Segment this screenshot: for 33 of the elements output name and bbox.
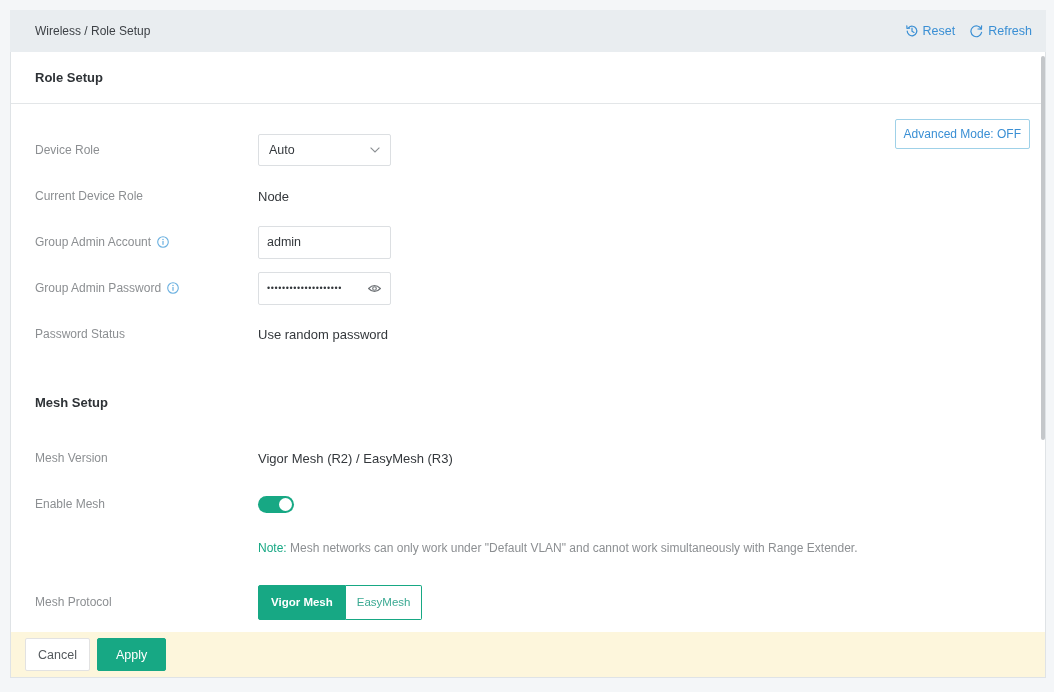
field-label: Mesh Version [35,451,108,465]
section-title: Mesh Setup [35,394,108,412]
protocol-option[interactable]: EasyMesh [345,584,423,620]
field-value: Node [258,188,290,204]
field-label: Password Status [35,327,126,341]
panel-title: Role Setup [35,70,103,85]
field-value: Use random password [258,326,389,342]
field-label: Device Role [35,143,100,157]
advanced-mode-button[interactable]: Advanced Mode: OFF [894,119,1030,149]
field-label: Mesh Protocol [35,595,112,609]
field-label: Group Admin Account [35,235,152,249]
cancel-button[interactable]: Cancel [25,638,90,671]
chevron-down-icon [370,147,380,153]
field-value: Vigor Mesh (R2) / EasyMesh (R3) [258,450,453,466]
reset-link[interactable]: Reset [904,24,956,38]
account-input[interactable]: admin [258,225,391,259]
eye-icon[interactable] [368,283,381,293]
field-label: Enable Mesh [35,497,106,511]
mesh-toggle[interactable] [258,495,294,513]
protocol-option[interactable]: Vigor Mesh [258,584,346,620]
password-input[interactable]: •••••••••••••••••••• [258,271,391,305]
history-icon [904,24,919,38]
refresh-icon [969,24,985,38]
mesh-note: Note: Mesh networks can only work under "Default VLAN" and cannot work simultaneously with Range Extender. [258,541,858,555]
apply-button[interactable]: Apply [96,638,167,671]
field-label: Group Admin Password [35,281,162,295]
breadcrumb: Wireless / Role Setup [35,24,151,38]
field-label: Current Device Role [35,189,144,203]
info-icon[interactable] [167,282,180,294]
info-icon[interactable] [157,236,170,248]
refresh-link[interactable]: Refresh [969,24,1032,38]
device-role-select[interactable]: Auto [258,134,391,166]
scrollbar[interactable] [1041,56,1045,440]
